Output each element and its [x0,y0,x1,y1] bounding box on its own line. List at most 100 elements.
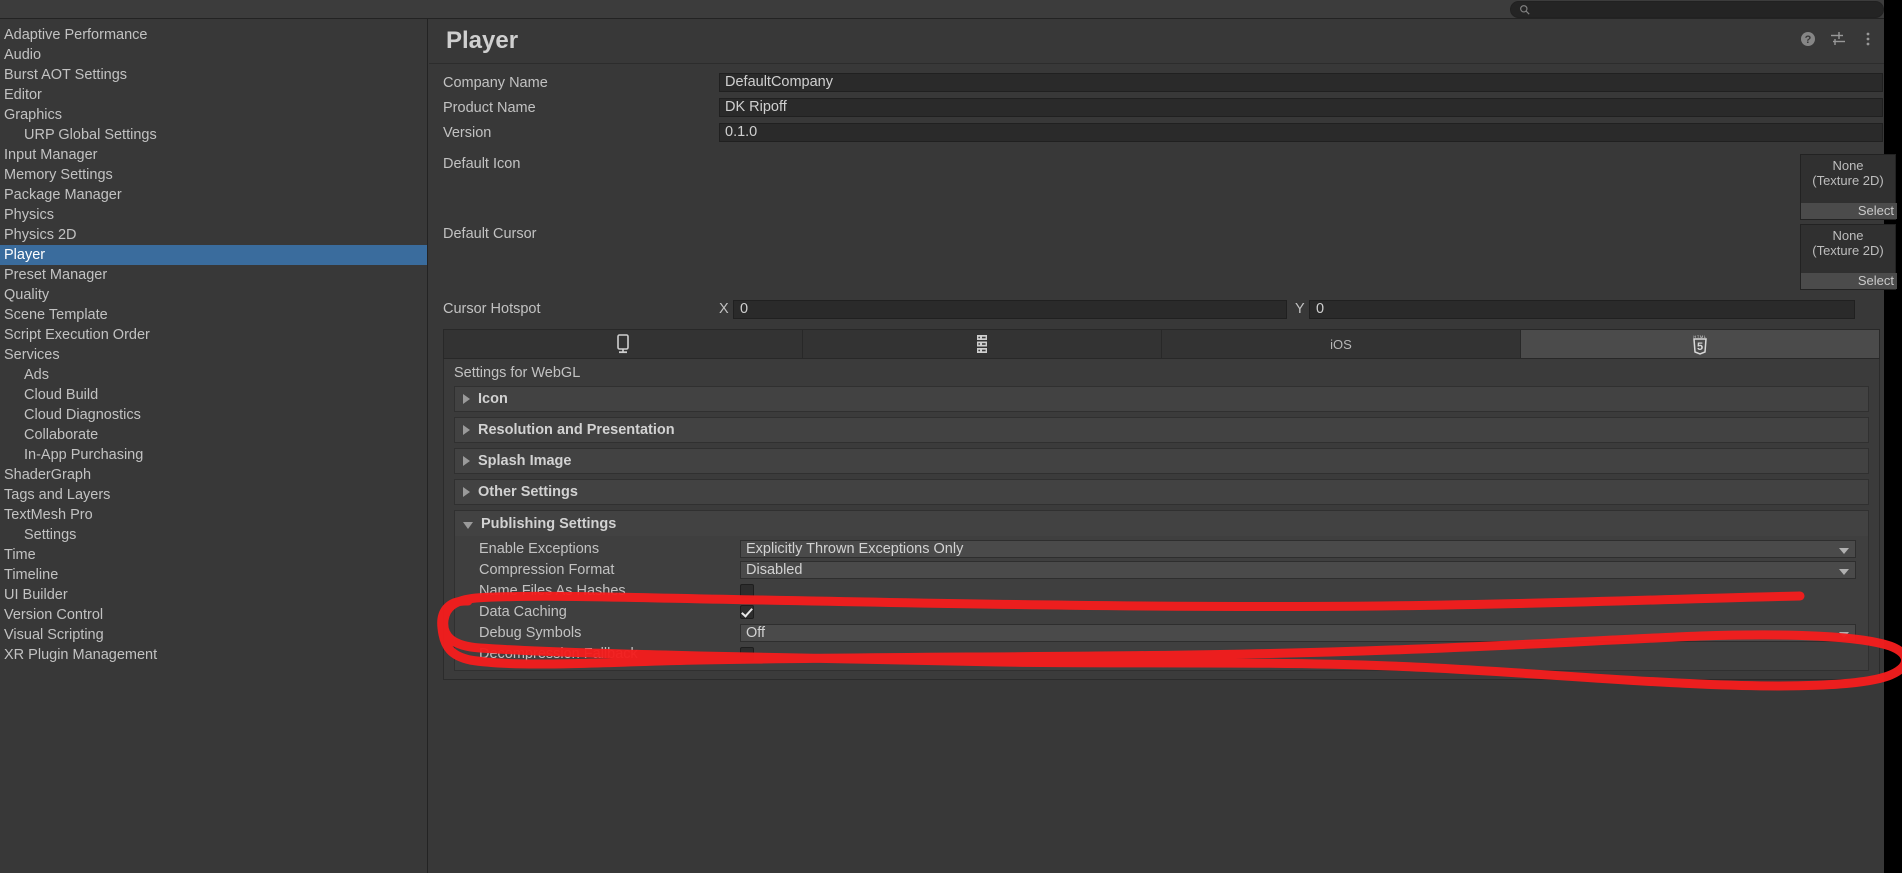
sidebar-item-physics-2d[interactable]: Physics 2D [0,225,427,245]
sidebar-item-ui-builder[interactable]: UI Builder [0,585,427,605]
sidebar-item-script-execution-order[interactable]: Script Execution Order [0,325,427,345]
sidebar-item-editor[interactable]: Editor [0,85,427,105]
sidebar-item-in-app-purchasing[interactable]: In-App Purchasing [0,445,427,465]
sidebar-item-scene-template[interactable]: Scene Template [0,305,427,325]
tab-standalone[interactable] [444,330,803,358]
foldout-publishing-settings[interactable]: Publishing Settings [454,510,1869,536]
sidebar-item-memory-settings[interactable]: Memory Settings [0,165,427,185]
tab-webgl[interactable]: HTML5 [1521,330,1879,358]
company-name-field[interactable]: DefaultCompany [719,73,1883,92]
sidebar-item-cloud-build[interactable]: Cloud Build [0,385,427,405]
sidebar-item-label: Package Manager [4,187,122,203]
chevron-right-icon [463,456,470,466]
setting-label: Data Caching [455,604,740,620]
version-label: Version [429,125,719,141]
sidebar-item-label: Scene Template [4,307,108,323]
default-cursor-value-line2: (Texture 2D) [1801,243,1895,258]
sidebar-item-version-control[interactable]: Version Control [0,605,427,625]
settings-category-sidebar[interactable]: Adaptive PerformanceAudio Burst AOT Setti… [0,19,428,873]
panel-header-icons: ? [1800,31,1876,47]
sidebar-item-label: Visual Scripting [4,627,104,643]
sidebar-item-urp-global-settings[interactable]: URP Global Settings [0,125,427,145]
sidebar-item-player[interactable]: Player [0,245,427,265]
foldout-splash-image[interactable]: Splash Image [454,448,1869,474]
sidebar-item-label: Ads [24,367,49,383]
setting-row-enable-exceptions: Enable ExceptionsExplicitly Thrown Excep… [455,538,1868,559]
enable-exceptions-dropdown[interactable]: Explicitly Thrown Exceptions Only [740,540,1856,558]
help-icon[interactable]: ? [1800,31,1816,47]
product-name-field[interactable]: DK Ripoff [719,98,1883,117]
player-settings-panel: Player ? [429,19,1884,873]
foldout-other-settings[interactable]: Other Settings [454,479,1869,505]
sidebar-item-settings[interactable]: Settings [0,525,427,545]
decompression-fallback-checkbox[interactable] [740,647,754,661]
panel-header: Player ? [429,19,1884,64]
sidebar-item-tags-and-layers[interactable]: Tags and Layers [0,485,427,505]
platform-tab-label: iOS [1330,337,1352,352]
sidebar-item-package-manager[interactable]: Package Manager [0,185,427,205]
sidebar-item-services[interactable]: Services [0,345,427,365]
sidebar-item-burst-aot-settings[interactable]: Burst AOT Settings [0,65,427,85]
search-icon [1519,4,1531,16]
chevron-down-icon [1839,569,1849,575]
desktop-monitor-icon [614,334,632,354]
sidebar-item-label: Player [4,247,45,263]
sidebar-item-label: Burst AOT Settings [4,67,127,83]
settings-for-label: Settings for WebGL [444,365,1879,381]
sidebar-item-visual-scripting[interactable]: Visual Scripting [0,625,427,645]
preset-icon[interactable] [1830,31,1846,47]
sidebar-item-physics[interactable]: Physics [0,205,427,225]
foldout-label: Splash Image [478,453,571,469]
default-icon-object-field[interactable]: None (Texture 2D) Select [1800,154,1896,220]
chevron-down-icon [1839,632,1849,638]
sidebar-item-time[interactable]: Time [0,545,427,565]
foldout-list: Icon Resolution and Presentation Splash Im… [444,386,1879,671]
sidebar-item-cloud-diagnostics[interactable]: Cloud Diagnostics [0,405,427,425]
sidebar-item-audio[interactable]: Audio [0,45,427,65]
default-icon-value-line1: None [1801,158,1895,173]
svg-text:5: 5 [1697,341,1703,353]
page-title: Player [446,27,518,55]
sidebar-item-label: URP Global Settings [24,127,157,143]
sidebar-item-label: Graphics [4,107,62,123]
sidebar-item-preset-manager[interactable]: Preset Manager [0,265,427,285]
setting-row-decompression-fallback: Decompression Fallback [455,643,1868,664]
version-field[interactable]: 0.1.0 [719,123,1883,142]
sidebar-item-input-manager[interactable]: Input Manager [0,145,427,165]
sidebar-item-label: Time [4,547,36,563]
compression-format-dropdown[interactable]: Disabled [740,561,1856,579]
default-cursor-select-button[interactable]: Select [1801,273,1897,289]
sidebar-item-label: Cloud Diagnostics [24,407,141,423]
more-menu-icon[interactable] [1860,31,1876,47]
cursor-hotspot-x-field[interactable]: 0 [733,300,1287,319]
cursor-hotspot-y-field[interactable]: 0 [1309,300,1855,319]
foldout-resolution-and-presentation[interactable]: Resolution and Presentation [454,417,1869,443]
tab-ios[interactable]: iOS [1162,330,1521,358]
chevron-right-icon [463,487,470,497]
sidebar-item-ads[interactable]: Ads [0,365,427,385]
setting-row-data-caching: Data Caching [455,601,1868,622]
default-cursor-object-field[interactable]: None (Texture 2D) Select [1800,224,1896,290]
search-input[interactable] [1510,1,1884,18]
sidebar-item-label: XR Plugin Management [4,647,157,663]
sidebar-item-xr-plugin-management[interactable]: XR Plugin Management [0,645,427,665]
cursor-hotspot-row: Cursor Hotspot X 0 Y 0 [429,296,1884,322]
cursor-hotspot-label: Cursor Hotspot [429,301,719,317]
sidebar-item-textmesh-pro[interactable]: TextMesh Pro [0,505,427,525]
default-cursor-value-line1: None [1801,228,1895,243]
platform-tab-bar[interactable]: iOS HTML5 [443,329,1880,359]
sidebar-item-graphics[interactable]: Graphics [0,105,427,125]
tab-android[interactable] [803,330,1162,358]
sidebar-item-shadergraph[interactable]: ShaderGraph [0,465,427,485]
sidebar-item-collaborate[interactable]: Collaborate [0,425,427,445]
data-caching-checkbox[interactable] [740,605,754,619]
name-files-as-hashes-checkbox[interactable] [740,584,754,598]
setting-label: Name Files As Hashes [455,583,740,599]
sidebar-item-adaptive-performance[interactable]: Adaptive Performance [0,25,427,45]
dropdown-value: Disabled [746,562,802,578]
debug-symbols-dropdown[interactable]: Off [740,624,1856,642]
foldout-icon[interactable]: Icon [454,386,1869,412]
sidebar-item-quality[interactable]: Quality [0,285,427,305]
default-icon-select-button[interactable]: Select [1801,203,1897,219]
sidebar-item-timeline[interactable]: Timeline [0,565,427,585]
